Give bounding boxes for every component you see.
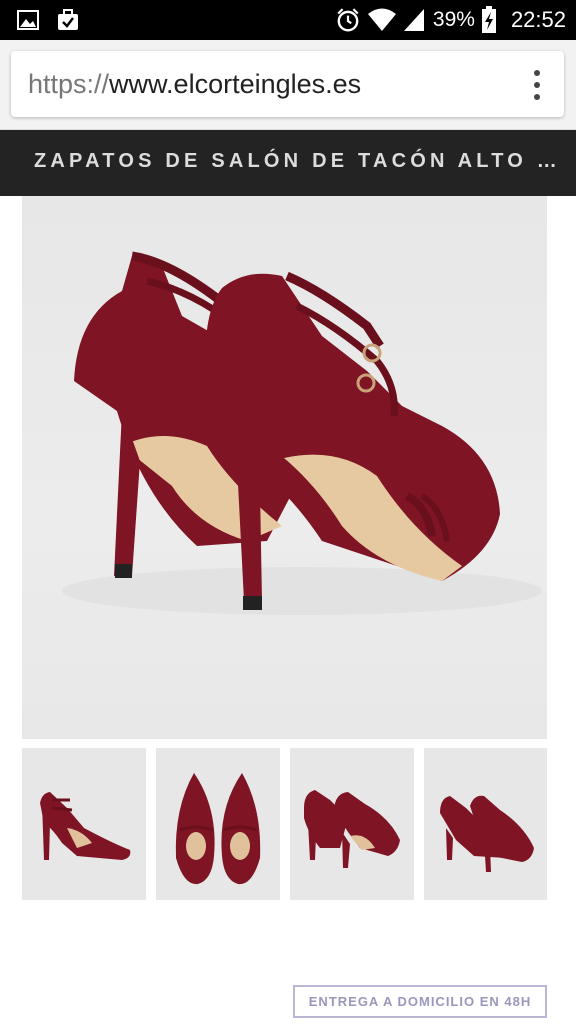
battery-percent: 39% xyxy=(432,8,475,31)
browser-toolbar: https://www.elcorteingles.es xyxy=(0,40,576,130)
main-product-image[interactable] xyxy=(22,196,547,739)
url-bar[interactable]: https://www.elcorteingles.es xyxy=(11,51,564,117)
signal-icon xyxy=(403,9,424,31)
thumbnail-strip xyxy=(22,748,547,900)
shoe-side-thumb xyxy=(40,792,131,860)
product-title: ZAPATOS DE SALÓN DE TACÓN ALTO … xyxy=(34,150,561,172)
delivery-48h-button[interactable]: ENTREGA A DOMICILIO EN 48H xyxy=(293,985,547,1018)
url-scheme: https:// xyxy=(28,69,110,99)
status-bar: 39% 22:52 xyxy=(0,0,576,40)
thumbnail-top-view[interactable] xyxy=(156,748,280,900)
shoe-rear-thumb xyxy=(304,790,400,868)
alarm-icon xyxy=(337,8,359,32)
product-title-bar: ZAPATOS DE SALÓN DE TACÓN ALTO … xyxy=(0,130,576,196)
shoe-image xyxy=(62,251,542,615)
url-host: www.elcorteingles.es xyxy=(109,69,362,99)
overflow-menu-icon[interactable] xyxy=(532,70,542,100)
wifi-icon xyxy=(367,8,396,31)
shoe-front-thumb xyxy=(440,795,534,872)
thumbnail-rear-view[interactable] xyxy=(290,748,414,900)
url-text[interactable]: https://www.elcorteingles.es xyxy=(28,69,361,100)
thumbnail-front-view[interactable] xyxy=(424,748,547,900)
image-icon xyxy=(17,10,39,30)
task-bag-icon xyxy=(58,9,78,30)
shoe-top-thumb xyxy=(175,773,261,885)
thumbnail-side-view[interactable] xyxy=(22,748,146,900)
battery-charging-icon xyxy=(481,6,496,33)
clock: 22:52 xyxy=(510,7,566,32)
